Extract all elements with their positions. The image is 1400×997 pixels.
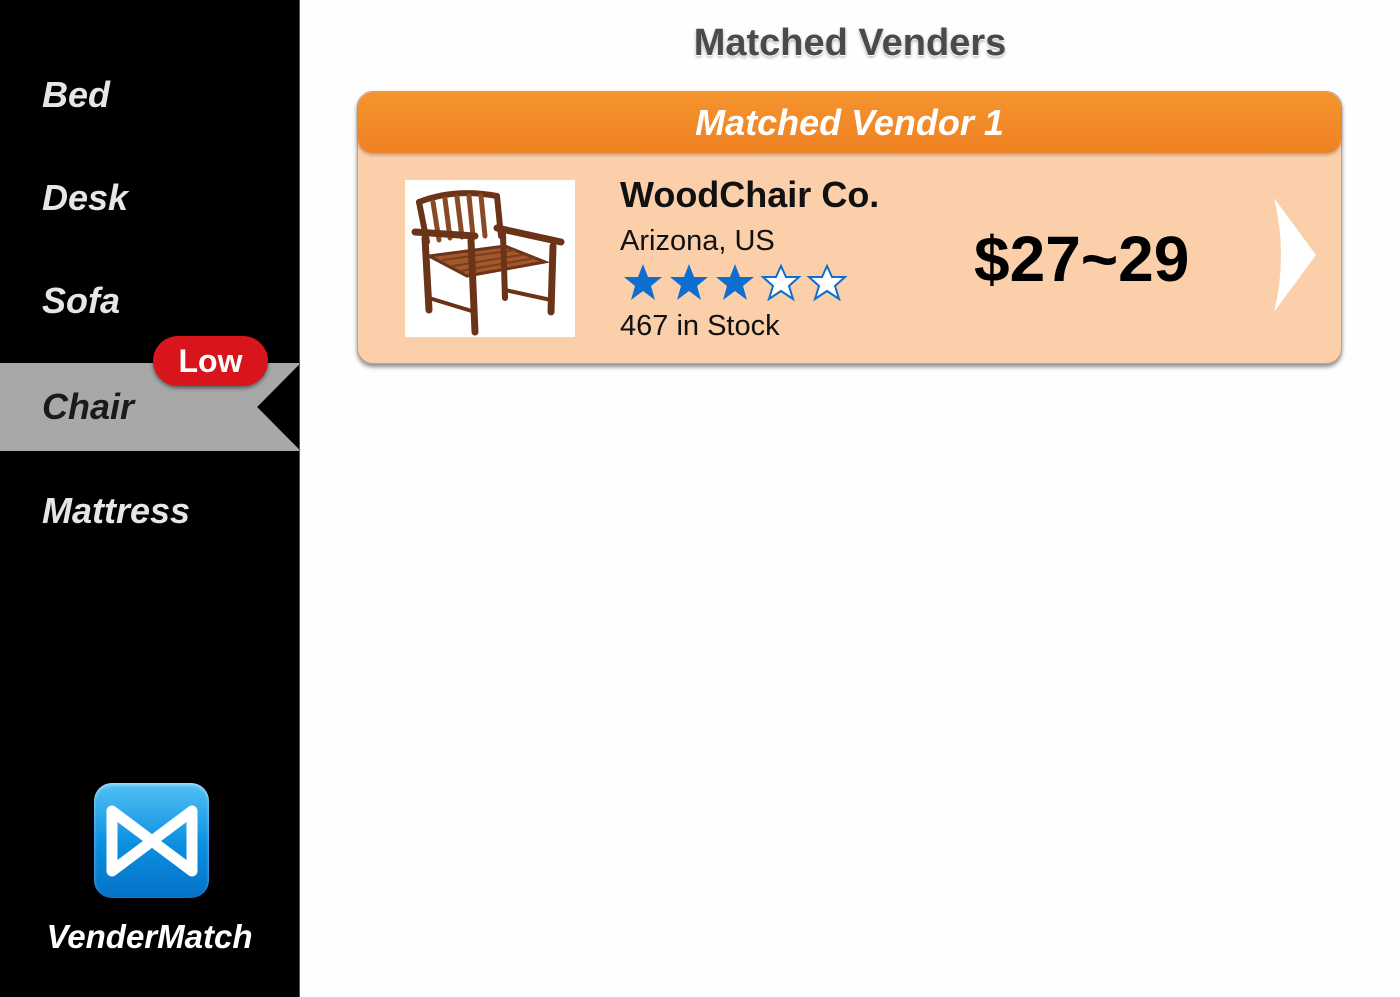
star-filled-icon bbox=[670, 264, 708, 300]
sidebar-item-bed[interactable]: Bed bbox=[0, 51, 299, 139]
sidebar: Bed Desk Sofa Chair Low Mattress VenderM… bbox=[0, 0, 300, 997]
star-outline-icon bbox=[806, 263, 848, 302]
price-range: $27~29 bbox=[974, 223, 1190, 295]
sidebar-item-label: Bed bbox=[42, 74, 111, 115]
vendor-card-header: Matched Vendor 1 bbox=[358, 92, 1341, 153]
page-title: Matched Venders bbox=[693, 22, 1007, 64]
sidebar-item-label: Chair bbox=[42, 386, 135, 427]
vendermatch-logo-icon bbox=[94, 783, 209, 898]
sidebar-item-label: Desk bbox=[42, 177, 129, 218]
star-outline-icon bbox=[760, 263, 802, 302]
star-filled-icon bbox=[716, 264, 754, 300]
vendor-card[interactable]: Matched Vendor 1 WoodChair Co. Arizona, … bbox=[357, 91, 1342, 364]
vendor-name: WoodChair Co. bbox=[620, 174, 880, 215]
sidebar-item-mattress[interactable]: Mattress bbox=[0, 467, 299, 555]
low-stock-badge: Low bbox=[153, 336, 268, 386]
app-name: VenderMatch bbox=[46, 918, 253, 955]
sidebar-item-sofa[interactable]: Sofa bbox=[0, 257, 299, 345]
sidebar-item-label: Sofa bbox=[42, 280, 121, 321]
chevron-right-icon[interactable] bbox=[1270, 196, 1320, 314]
star-rating bbox=[620, 262, 850, 302]
wooden-chair-image bbox=[405, 180, 575, 337]
stock-count: 467 in Stock bbox=[620, 310, 780, 342]
sidebar-item-desk[interactable]: Desk bbox=[0, 154, 299, 242]
sidebar-item-label: Mattress bbox=[42, 490, 191, 531]
star-filled-icon bbox=[624, 264, 662, 300]
vendor-location: Arizona, US bbox=[620, 225, 775, 257]
